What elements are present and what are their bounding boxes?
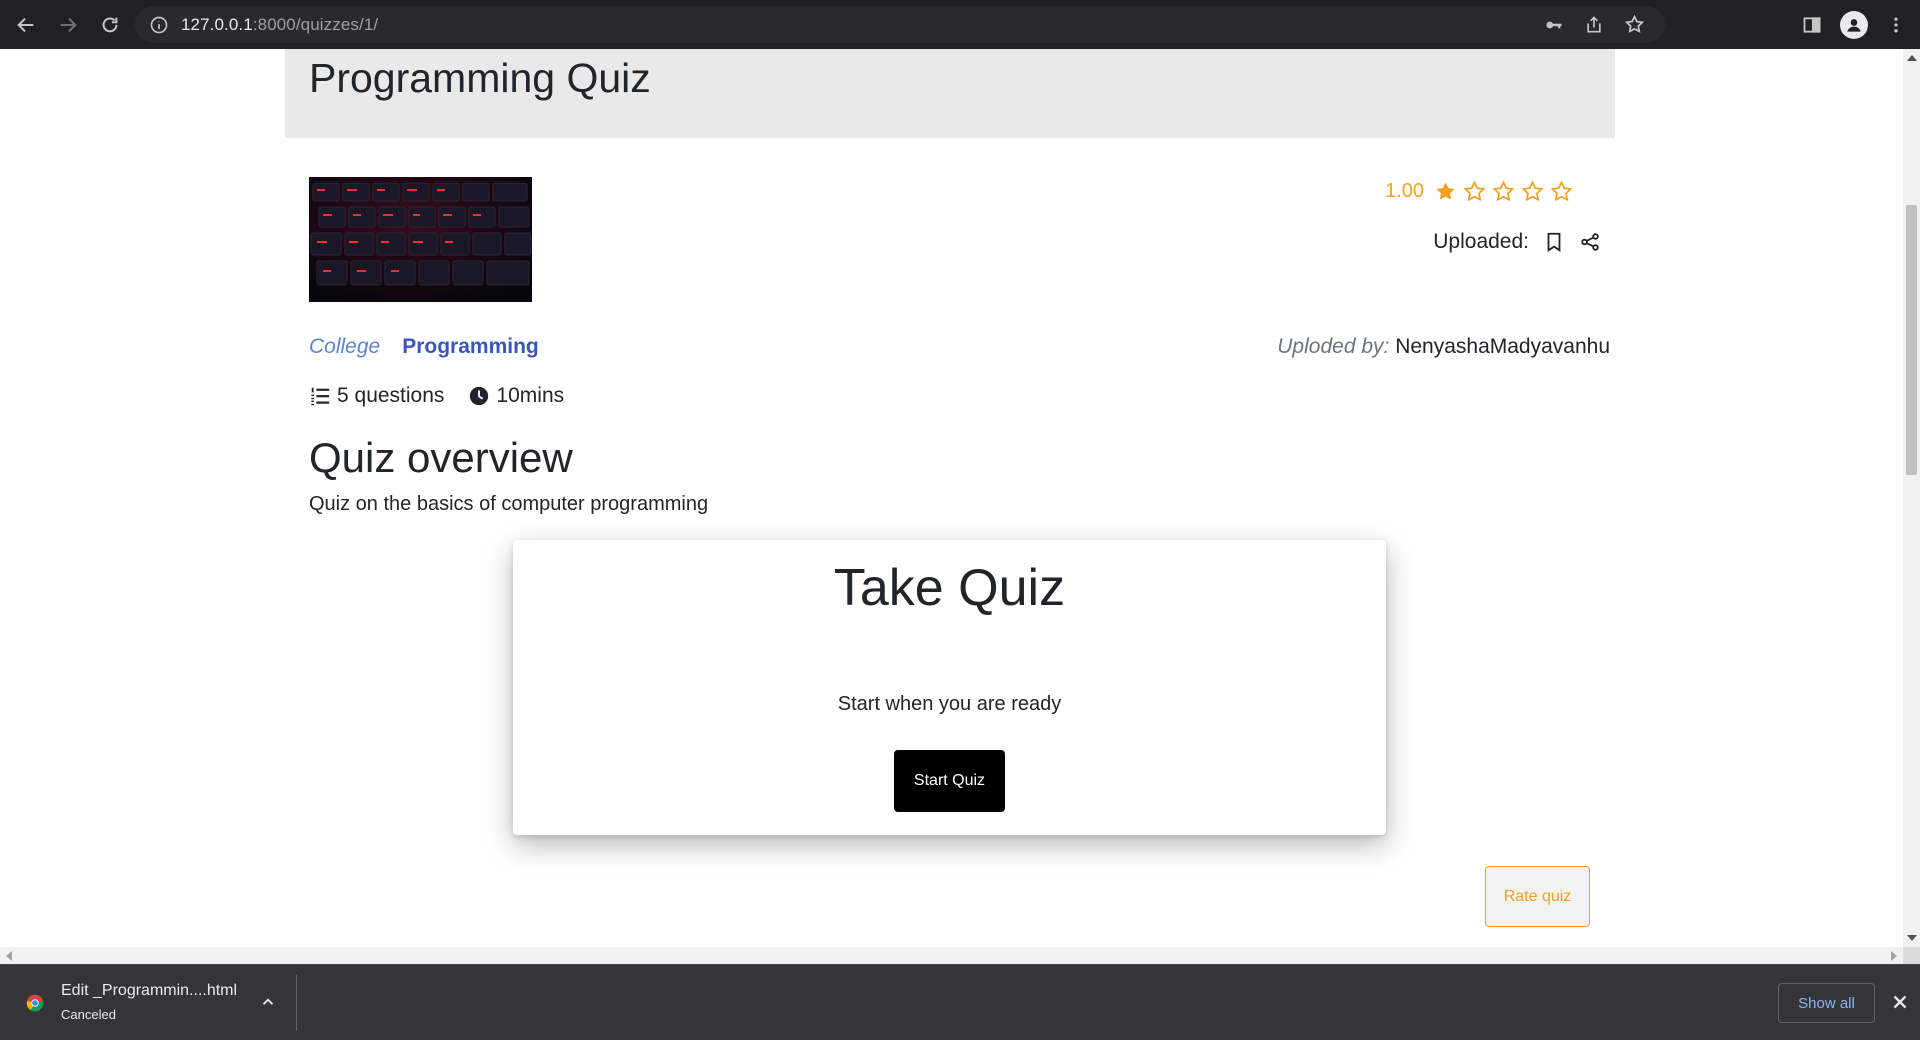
page-title: Programming Quiz — [309, 55, 651, 101]
side-panel-icon[interactable] — [1802, 15, 1822, 35]
start-quiz-button[interactable]: Start Quiz — [894, 750, 1005, 812]
category-tags: College Programming — [309, 335, 539, 359]
scroll-down-arrow-icon[interactable] — [1907, 935, 1917, 941]
question-count: 5 questions — [337, 384, 445, 407]
download-file-name[interactable]: Edit _Programmin....html — [61, 982, 237, 1000]
star-outline-icon — [1521, 180, 1544, 202]
site-info-icon[interactable] — [149, 15, 169, 35]
clock-icon — [470, 386, 489, 406]
uploaded-by-label: Uploded by: — [1277, 335, 1390, 358]
show-all-button[interactable]: Show all — [1778, 983, 1875, 1023]
horizontal-scrollbar[interactable] — [0, 947, 1903, 964]
url-text: 127.0.0.1:8000/quizzes/1/ — [181, 14, 379, 34]
menu-dots-icon[interactable] — [1886, 15, 1906, 35]
vertical-scrollbar[interactable] — [1903, 49, 1920, 947]
scroll-left-arrow-icon[interactable] — [6, 951, 12, 961]
share-icon[interactable] — [1583, 14, 1605, 36]
star-outline-icon — [1550, 180, 1573, 202]
quiz-meta: 5 questions 10mins — [309, 384, 588, 408]
reload-icon[interactable] — [90, 5, 130, 45]
quiz-cover-image — [309, 177, 532, 302]
share-icon[interactable] — [1579, 231, 1601, 253]
scroll-up-arrow-icon[interactable] — [1907, 55, 1917, 61]
profile-avatar-icon[interactable] — [1840, 10, 1868, 39]
star-outline-icon — [1463, 180, 1486, 202]
forward-arrow-icon[interactable] — [48, 5, 88, 45]
take-quiz-subtitle: Start when you are ready — [837, 693, 1062, 715]
shelf-divider — [296, 975, 297, 1031]
rate-quiz-button[interactable]: Rate quiz — [1485, 866, 1590, 927]
overview-heading: Quiz overview — [309, 434, 573, 481]
star-outline-icon — [1492, 180, 1515, 202]
quiz-duration: 10mins — [496, 384, 565, 407]
browser-toolbar: 127.0.0.1:8000/quizzes/1/ — [0, 0, 1920, 49]
rating-display: 1.00 — [1385, 180, 1573, 203]
scrollbar-corner — [1903, 947, 1920, 964]
take-quiz-title: Take Quiz — [833, 559, 1066, 617]
tag-programming[interactable]: Programming — [402, 335, 539, 359]
list-ol-icon — [311, 387, 330, 406]
back-arrow-icon[interactable] — [6, 5, 46, 45]
overview-description: Quiz on the basics of computer programmi… — [309, 493, 709, 515]
download-status: Canceled — [61, 1007, 116, 1022]
downloads-shelf: Edit _Programmin....html Canceled Show a… — [0, 964, 1920, 1040]
address-bar[interactable]: 127.0.0.1:8000/quizzes/1/ — [135, 6, 1665, 43]
bookmark-icon[interactable] — [1543, 231, 1565, 253]
rating-value: 1.00 — [1385, 180, 1424, 202]
tag-college[interactable]: College — [309, 335, 380, 359]
uploader-name: NenyashaMadyavanhu — [1395, 335, 1610, 358]
star-filled-icon — [1436, 182, 1455, 200]
bookmark-star-icon[interactable] — [1623, 14, 1645, 36]
uploaded-row: Uploaded: — [1433, 230, 1601, 254]
chrome-file-icon — [26, 994, 44, 1012]
close-icon[interactable] — [1889, 991, 1911, 1013]
scrollbar-thumb[interactable] — [1906, 205, 1917, 475]
page-viewport: Programming Quiz 1.00 Uploaded: College … — [0, 49, 1903, 947]
uploader-info: Uploded by: NenyashaMadyavanhu — [1277, 335, 1610, 359]
scroll-right-arrow-icon[interactable] — [1891, 951, 1897, 961]
key-icon[interactable] — [1543, 14, 1565, 36]
take-quiz-card: Take Quiz Start when you are ready Start… — [513, 540, 1386, 835]
uploaded-label: Uploaded: — [1433, 230, 1529, 253]
chevron-up-icon[interactable] — [259, 993, 277, 1011]
